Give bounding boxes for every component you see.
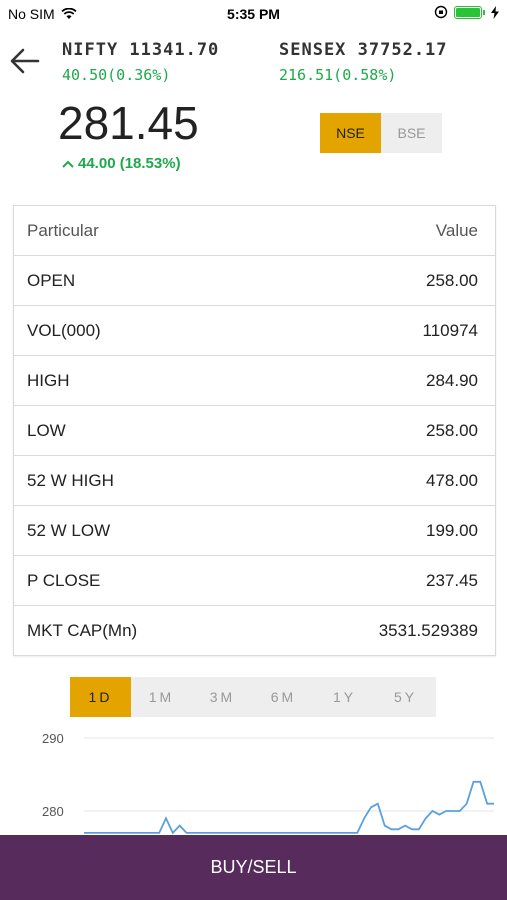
table-row: 52 W HIGH 478.00 <box>14 456 495 506</box>
table-row: P CLOSE 237.45 <box>14 556 495 606</box>
table-row: VOL(000) 110974 <box>14 306 495 356</box>
y-tick-label: 290 <box>42 731 64 746</box>
status-time: 5:35 PM <box>227 6 280 22</box>
header-particular: Particular <box>27 220 99 240</box>
table-header: Particular Value <box>14 206 495 256</box>
range-tabs: 1D 1M 3M 6M 1Y 5Y <box>70 677 436 717</box>
quote-table: Particular Value OPEN 258.00 VOL(000) 11… <box>13 205 496 656</box>
table-row: MKT CAP(Mn) 3531.529389 <box>14 606 495 655</box>
sensex-change: 216.51(0.58%) <box>279 66 397 84</box>
table-row: OPEN 258.00 <box>14 256 495 306</box>
exchange-bse-button[interactable]: BSE <box>381 113 442 153</box>
row-label: P CLOSE <box>27 570 101 590</box>
row-value: 478.00 <box>426 470 478 490</box>
nifty-value: NIFTY 11341.70 <box>62 40 220 60</box>
row-label: MKT CAP(Mn) <box>27 620 138 640</box>
orientation-lock-icon <box>434 5 448 19</box>
status-right <box>434 5 499 19</box>
range-tab-1y[interactable]: 1Y <box>314 677 375 717</box>
table-row: 52 W LOW 199.00 <box>14 506 495 556</box>
buy-sell-button[interactable]: BUY/SELL <box>0 835 507 900</box>
price-change: 44.00 (18.53%) <box>62 155 181 172</box>
sensex-value: SENSEX 37752.17 <box>279 40 448 60</box>
row-value: 3531.529389 <box>378 620 478 640</box>
back-button[interactable] <box>8 44 42 78</box>
range-tab-3m[interactable]: 3M <box>192 677 253 717</box>
nifty-change: 40.50(0.36%) <box>62 66 171 84</box>
range-tab-5y[interactable]: 5Y <box>375 677 436 717</box>
row-label: HIGH <box>27 370 70 390</box>
row-label: VOL(000) <box>27 320 101 340</box>
row-value: 284.90 <box>426 370 478 390</box>
chevron-up-icon <box>62 160 74 168</box>
price-series-line <box>84 780 494 835</box>
battery-icon <box>454 5 482 19</box>
charging-icon <box>491 5 499 19</box>
nifty-index: NIFTY 11341.70 40.50(0.36%) <box>62 40 219 84</box>
price-change-value: 44.00 (18.53%) <box>78 155 181 172</box>
price-chart: 290 280 <box>42 731 494 835</box>
range-tab-1d[interactable]: 1D <box>70 677 131 717</box>
range-tab-6m[interactable]: 6M <box>253 677 314 717</box>
row-label: LOW <box>27 420 66 440</box>
row-label: 52 W LOW <box>27 520 111 540</box>
header-value: Value <box>435 220 478 240</box>
row-value: 199.00 <box>426 520 478 540</box>
row-value: 258.00 <box>426 420 478 440</box>
range-tab-1m[interactable]: 1M <box>131 677 192 717</box>
row-value: 110974 <box>422 320 478 340</box>
exchange-toggle: NSE BSE <box>320 113 442 153</box>
exchange-nse-button[interactable]: NSE <box>320 113 381 153</box>
stock-price: 281.45 <box>58 97 199 149</box>
back-arrow-icon <box>10 48 40 74</box>
sensex-index: SENSEX 37752.17 216.51(0.58%) <box>279 40 448 84</box>
y-tick-label: 280 <box>42 804 64 819</box>
battery-tip <box>483 9 485 15</box>
row-value: 237.45 <box>426 570 478 590</box>
row-value: 258.00 <box>426 270 478 290</box>
row-label: 52 W HIGH <box>27 470 114 490</box>
status-bar: No SIM 5:35 PM <box>0 0 507 28</box>
table-row: HIGH 284.90 <box>14 356 495 406</box>
table-row: LOW 258.00 <box>14 406 495 456</box>
row-label: OPEN <box>27 270 76 290</box>
